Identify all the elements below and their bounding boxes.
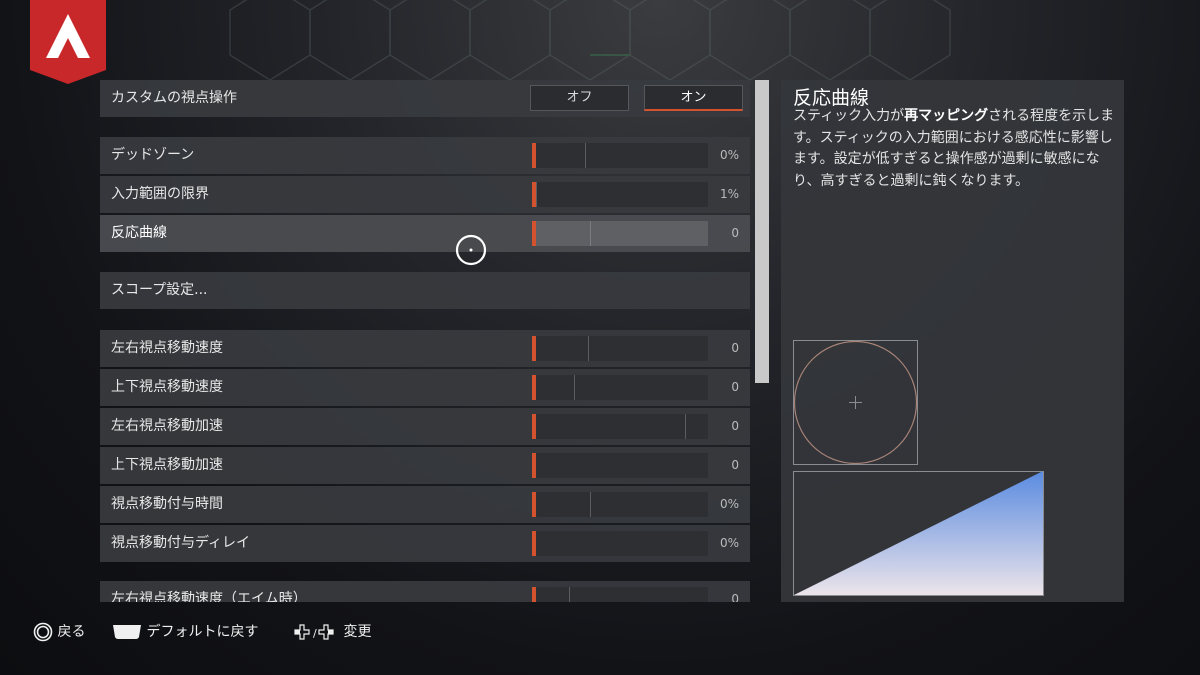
slider-fill [532, 414, 536, 439]
row-label: 左右視点移動速度 [111, 340, 223, 356]
slider-value: 0 [731, 458, 739, 472]
toggle-on-button[interactable]: オン [644, 85, 743, 111]
slider-fill [532, 453, 536, 478]
list-scrollbar[interactable] [755, 80, 769, 602]
slider-default-marker [536, 182, 537, 207]
dpad-icon: / [294, 624, 334, 640]
reset-label: デフォルトに戻す [146, 624, 259, 640]
svg-text:/: / [313, 627, 317, 640]
slider-default-marker [569, 587, 570, 602]
touchpad-button-icon [113, 625, 141, 639]
slider-fill [532, 143, 536, 168]
back-label: 戻る [57, 624, 86, 640]
slider-row[interactable]: 反応曲線 0 [100, 215, 750, 252]
slider-row-partial[interactable]: 左右視点移動速度（エイム時） 0 [100, 581, 750, 602]
cursor-icon [455, 234, 487, 266]
change-hint[interactable]: / 変更 [293, 621, 371, 641]
slider-row[interactable]: 左右視点移動速度 0 [100, 330, 750, 367]
desc-highlight: 再マッピング [904, 108, 989, 124]
slider-track[interactable] [532, 375, 708, 400]
slider-row[interactable]: 上下視点移動速度 0 [100, 369, 750, 406]
change-label: 変更 [343, 624, 372, 640]
slider-track[interactable] [532, 453, 708, 478]
row-label: 入力範囲の限界 [111, 186, 209, 202]
slider-value: 0% [719, 536, 739, 550]
row-label: 上下視点移動速度 [111, 379, 223, 395]
slider-default-marker [685, 414, 686, 439]
slider-track[interactable] [532, 143, 708, 168]
row-label: 視点移動付与ディレイ [111, 535, 251, 551]
back-hint[interactable]: 戻る [33, 621, 85, 642]
slider-value: 1% [719, 187, 739, 201]
slider-default-marker [585, 143, 586, 168]
row-label: スコープ設定... [111, 282, 208, 298]
slider-default-marker [590, 492, 591, 517]
circle-button-icon [33, 622, 53, 642]
slider-track[interactable] [532, 531, 708, 556]
settings-list: カスタムの視点操作 オフ オン スコープ設定... デッドゾーン 0% 入力範囲の限… [100, 80, 750, 602]
slider-value: 0 [731, 341, 739, 355]
slider-fill [532, 492, 536, 517]
response-curve-diagram [793, 340, 1044, 596]
scrollbar-thumb[interactable] [755, 80, 769, 383]
row-label: 反応曲線 [111, 225, 167, 241]
row-label: 視点移動付与時間 [111, 496, 223, 512]
slider-default-marker [590, 221, 591, 246]
desc-part: スティック入力が [793, 108, 905, 124]
slider-track[interactable] [532, 587, 708, 602]
slider-value: 0 [731, 419, 739, 433]
slider-default-marker [574, 375, 575, 400]
row-label: 上下視点移動加速 [111, 457, 223, 473]
slider-track[interactable] [532, 336, 708, 361]
slider-fill [532, 531, 536, 556]
slider-track[interactable] [532, 221, 708, 246]
slider-fill [532, 375, 536, 400]
stick-range-preview [793, 340, 918, 465]
slider-track[interactable] [532, 492, 708, 517]
slider-value: 0% [719, 148, 739, 162]
slider-row[interactable]: デッドゾーン 0% [100, 137, 750, 174]
slider-value: 0% [719, 497, 739, 511]
slider-track[interactable] [532, 182, 708, 207]
response-curve-graph [793, 471, 1044, 596]
row-label: カスタムの視点操作 [111, 90, 237, 106]
slider-fill [532, 587, 536, 602]
reset-defaults-hint[interactable]: デフォルトに戻す [112, 621, 258, 641]
custom-look-controls-row: カスタムの視点操作 オフ オン [100, 80, 750, 117]
slider-value: 0 [731, 592, 739, 602]
row-label: 左右視点移動速度（エイム時） [111, 591, 307, 602]
slider-row[interactable]: 左右視点移動加速 0 [100, 408, 750, 445]
slider-row[interactable]: 入力範囲の限界 1% [100, 176, 750, 213]
slider-fill [532, 221, 536, 246]
slider-row[interactable]: 視点移動付与時間 0% [100, 486, 750, 523]
slider-value: 0 [731, 226, 739, 240]
slider-track[interactable] [532, 414, 708, 439]
row-label: 左右視点移動加速 [111, 418, 223, 434]
slider-default-marker [588, 336, 589, 361]
row-label: デッドゾーン [111, 147, 195, 163]
slider-row[interactable]: 視点移動付与ディレイ 0% [100, 525, 750, 562]
slider-fill [532, 336, 536, 361]
slider-value: 0 [731, 380, 739, 394]
scope-settings-row[interactable]: スコープ設定... [100, 272, 750, 309]
info-panel-description: スティック入力が再マッピングされる程度を示します。スティックの入力範囲における感… [793, 106, 1115, 192]
apex-legends-logo-icon [30, 0, 106, 84]
toggle-off-button[interactable]: オフ [530, 85, 629, 111]
button-hints-bar: 戻る デフォルトに戻す / 変更 [0, 602, 1200, 675]
slider-row[interactable]: 上下視点移動加速 0 [100, 447, 750, 484]
